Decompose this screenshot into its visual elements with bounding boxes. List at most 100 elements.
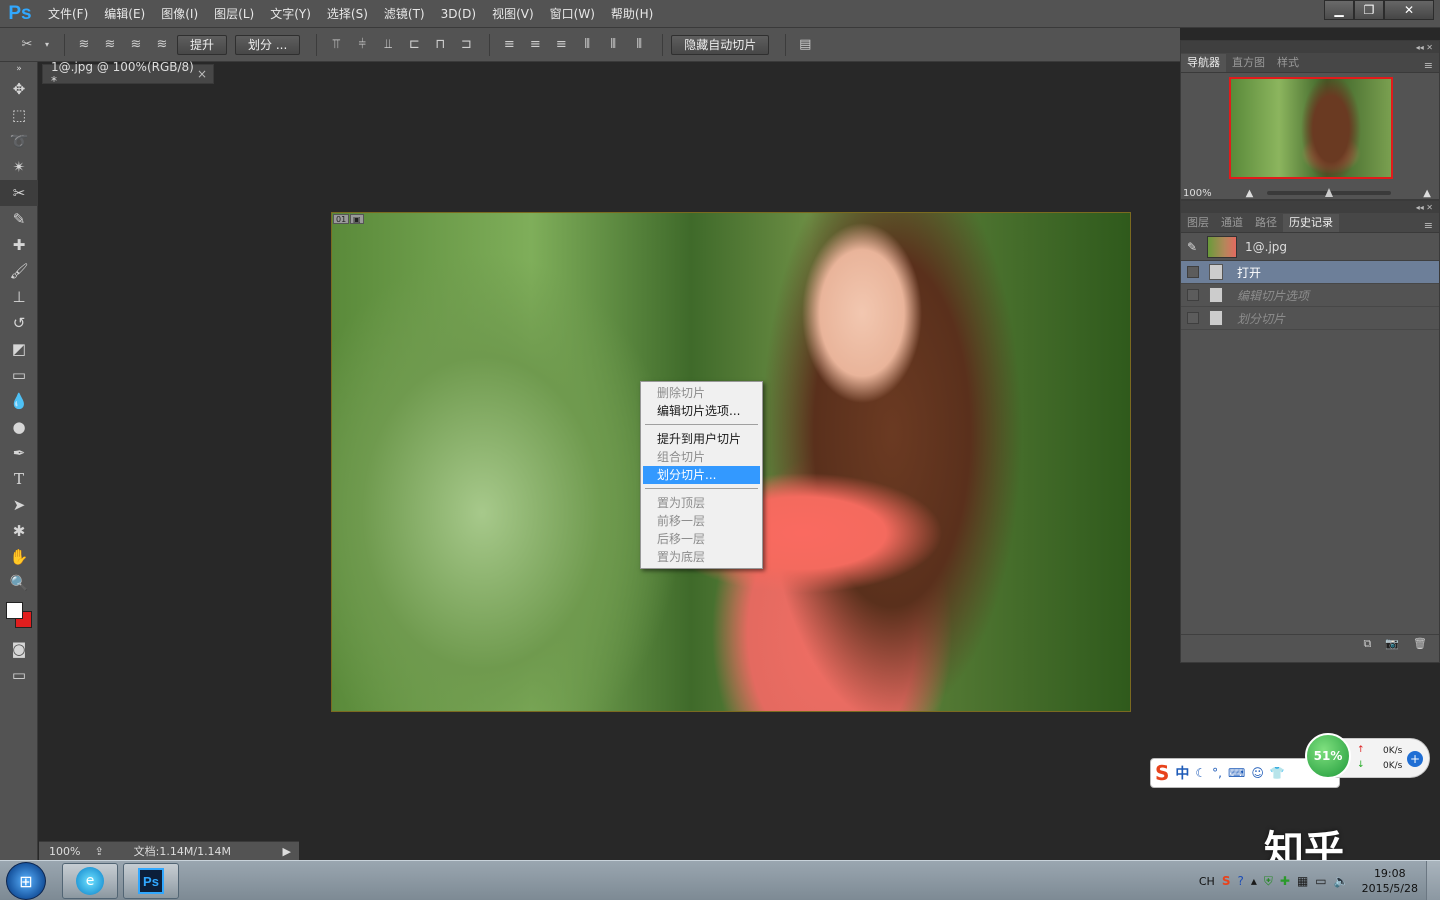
menu-window[interactable]: 窗口(W) [542,0,603,28]
zoom-out-icon[interactable]: ▲ [1246,188,1254,199]
collapse-icon[interactable]: ◂◂ ✕ [1416,43,1433,52]
tab-paths[interactable]: 路径 [1249,214,1283,232]
menu-divide-slice[interactable]: 划分切片... [643,466,760,484]
history-state-row[interactable]: 划分切片 [1181,307,1439,330]
security-app-icon[interactable]: ✚ [1280,874,1290,888]
dropdown-arrow-icon[interactable]: ▾ [42,34,52,56]
ime-mode-toggle[interactable]: 中 [1175,763,1189,783]
menu-layer[interactable]: 图层(L) [206,0,262,28]
history-brush-checkbox[interactable] [1187,312,1199,324]
navigator-zoom-value[interactable]: 100% [1183,188,1212,199]
punctuation-icon[interactable]: °, [1212,766,1222,780]
quick-mask-icon[interactable]: ◙ [0,636,38,662]
tab-channels[interactable]: 通道 [1215,214,1249,232]
history-brush-source-icon[interactable]: ✎ [1187,240,1203,254]
foreground-color-swatch[interactable] [6,602,23,619]
panel-collapse-icon[interactable]: » [0,62,38,76]
restore-icon[interactable]: ❐ [1354,0,1384,20]
menu-file[interactable]: 文件(F) [40,0,96,28]
shield-icon[interactable]: ⛨ [1264,874,1273,889]
distribute-left-icon[interactable]: ⦀ [576,34,598,56]
gradient-tool-icon[interactable]: ▭ [0,362,38,388]
menu-3d[interactable]: 3D(D) [433,0,484,28]
divide-button[interactable]: 划分 ... [235,34,301,55]
tab-navigator[interactable]: 导航器 [1181,54,1226,72]
eyedropper-tool-icon[interactable]: ✎ [0,206,38,232]
menu-edit[interactable]: 编辑(E) [96,0,153,28]
bring-forward-icon[interactable]: ≋ [99,34,121,56]
clock[interactable]: 19:08 2015/5/28 [1362,866,1418,896]
navigator-thumbnail[interactable] [1229,77,1393,179]
panel-menu-icon[interactable]: ≡ [1424,219,1433,232]
taskbar-browser-app[interactable]: e [62,863,118,899]
tray-expand-icon[interactable]: ▴ [1251,874,1257,888]
type-tool-icon[interactable]: T [0,466,38,492]
brush-tool-icon[interactable]: 🖌 [0,258,38,284]
menu-filter[interactable]: 滤镜(T) [376,0,433,28]
zoom-level[interactable]: 100% [49,845,80,858]
skin-icon[interactable]: 👕 [1270,766,1285,780]
distribute-bottom-icon[interactable]: ≡ [550,34,572,56]
new-document-from-state-icon[interactable]: ⧉ [1363,637,1371,651]
history-state-row[interactable]: 打开 [1181,261,1439,284]
tab-styles[interactable]: 样式 [1271,54,1305,72]
blur-tool-icon[interactable]: 💧 [0,388,38,414]
panel-menu-icon[interactable]: ≡ [1424,59,1433,72]
path-selection-tool-icon[interactable]: ➤ [0,492,38,518]
tab-histogram[interactable]: 直方图 [1226,54,1271,72]
history-state-row[interactable]: 编辑切片选项 [1181,284,1439,307]
hide-auto-slices-button[interactable]: 隐藏自动切片 [671,34,770,55]
history-snapshot[interactable]: ✎ 1@.jpg [1181,233,1439,261]
zoom-in-icon[interactable]: ▲ [1423,188,1431,199]
align-top-icon[interactable]: ⫪ [325,34,347,56]
menu-type[interactable]: 文字(Y) [262,0,319,28]
menu-edit-slice-options[interactable]: 编辑切片选项... [641,402,762,420]
slice-options-icon[interactable]: ▤ [794,34,816,56]
tab-layers[interactable]: 图层 [1181,214,1215,232]
lasso-tool-icon[interactable]: ➰ [0,128,38,154]
menu-promote-to-user-slice[interactable]: 提升到用户切片 [641,430,762,448]
marquee-tool-icon[interactable]: ⬚ [0,102,38,128]
clone-stamp-tool-icon[interactable]: ⊥ [0,284,38,310]
document-tab[interactable]: 1@.jpg @ 100%(RGB/8) * × [42,60,214,88]
dodge-tool-icon[interactable]: ● [0,414,38,440]
promote-button[interactable]: 提升 [177,34,228,55]
memory-usage-ball[interactable]: 51% [1305,733,1351,779]
distribute-hcenter-icon[interactable]: ⦀ [602,34,624,56]
slice-select-tool-icon[interactable]: ✂ [16,34,38,56]
distribute-top-icon[interactable]: ≡ [498,34,520,56]
menu-help[interactable]: 帮助(H) [603,0,661,28]
network-speed-widget[interactable]: 51% ↑ ↓ 0K/s 0K/s + [1305,733,1430,779]
language-indicator[interactable]: CH [1199,875,1215,888]
tab-history[interactable]: 历史记录 [1283,214,1339,232]
history-brush-checkbox[interactable] [1187,289,1199,301]
collapse-icon[interactable]: ◂◂ ✕ [1416,203,1433,212]
volume-icon[interactable]: 🔈 [1334,874,1349,888]
user-icon[interactable]: ☺ [1251,766,1264,780]
menu-view[interactable]: 视图(V) [484,0,542,28]
status-menu-arrow-icon[interactable]: ▶ [283,845,291,858]
export-icon[interactable]: ⇪ [94,845,103,858]
monitor-icon[interactable]: ▭ [1315,874,1326,888]
ime-logo-icon[interactable]: S [1155,761,1169,785]
sogou-tray-icon[interactable]: S [1222,874,1231,888]
minimize-icon[interactable]: ▁ [1324,0,1354,20]
history-brush-tool-icon[interactable]: ↺ [0,310,38,336]
history-brush-checkbox[interactable] [1187,266,1199,278]
shape-tool-icon[interactable]: ✱ [0,518,38,544]
move-tool-icon[interactable]: ✥ [0,76,38,102]
align-hcenter-icon[interactable]: ⊓ [429,34,451,56]
accelerate-plus-icon[interactable]: + [1407,751,1423,767]
start-button-icon[interactable]: ⊞ [6,862,46,900]
delete-state-icon[interactable]: 🗑 [1413,637,1427,650]
menu-image[interactable]: 图像(I) [153,0,206,28]
send-backward-icon[interactable]: ≋ [125,34,147,56]
show-desktop-button[interactable] [1426,861,1440,900]
moon-icon[interactable]: ☾ [1195,766,1206,780]
menu-select[interactable]: 选择(S) [319,0,376,28]
healing-brush-tool-icon[interactable]: ✚ [0,232,38,258]
align-left-icon[interactable]: ⊏ [403,34,425,56]
hand-tool-icon[interactable]: ✋ [0,544,38,570]
new-snapshot-icon[interactable]: 📷 [1385,637,1399,650]
screen-mode-icon[interactable]: ▭ [0,662,38,688]
